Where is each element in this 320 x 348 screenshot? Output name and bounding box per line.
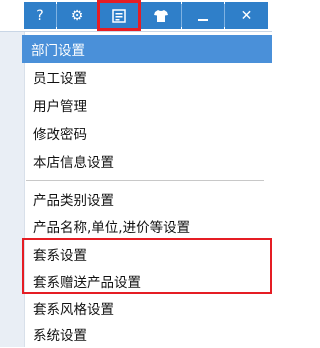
menu-item-label: 产品类别设置 bbox=[33, 193, 114, 209]
menu-item-package-style[interactable]: 套系风格设置 bbox=[24, 294, 272, 322]
skin-icon bbox=[154, 9, 168, 22]
menu-icon-strip bbox=[0, 32, 25, 347]
minimize-icon bbox=[197, 10, 209, 22]
skin-button[interactable] bbox=[141, 2, 181, 29]
menu-item-package-gift-products[interactable]: 套系赠送产品设置 bbox=[24, 267, 272, 295]
settings-menu-button[interactable] bbox=[98, 2, 140, 29]
menu-item-label: 产品名称,单位,进价等设置 bbox=[33, 220, 191, 236]
menu-item-label: 套系风格设置 bbox=[33, 302, 114, 318]
menu-item-users[interactable]: 用户管理 bbox=[24, 91, 272, 119]
menu-item-store-info[interactable]: 本店信息设置 bbox=[24, 147, 272, 175]
menu-item-label: 修改密码 bbox=[33, 127, 87, 143]
menu-item-product-category[interactable]: 产品类别设置 bbox=[24, 185, 272, 213]
menu-item-label: 套系设置 bbox=[33, 248, 87, 264]
menu-separator bbox=[26, 180, 264, 181]
help-button[interactable]: ? bbox=[24, 2, 56, 29]
menu-item-product-name-unit-price[interactable]: 产品名称,单位,进价等设置 bbox=[24, 212, 272, 240]
gear-button[interactable]: ⚙ bbox=[57, 2, 97, 29]
menu-item-department[interactable]: 部门设置 bbox=[22, 35, 272, 63]
menu-item-label: 员工设置 bbox=[33, 71, 87, 87]
menu-item-label: 本店信息设置 bbox=[33, 155, 114, 171]
menu-item-label: 系统设置 bbox=[33, 328, 87, 344]
menu-item-label: 部门设置 bbox=[31, 43, 85, 59]
gear-icon: ⚙ bbox=[70, 7, 84, 24]
menu-item-package[interactable]: 套系设置 bbox=[24, 240, 272, 268]
menu-item-label: 套系赠送产品设置 bbox=[33, 275, 141, 291]
settings-menu: 部门设置 员工设置 用户管理 修改密码 本店信息设置 产品类别设置 产品名称,单… bbox=[0, 31, 272, 347]
settings-dropdown-window: ? ⚙ ✕ 部门设置 员工设置 用户管理 修改密码 本店信息设置 产品类别设置 … bbox=[0, 0, 272, 347]
settings-menu-icon bbox=[112, 8, 126, 23]
menu-item-label: 用户管理 bbox=[33, 99, 87, 115]
menu-item-system[interactable]: 系统设置 bbox=[24, 320, 272, 348]
minimize-button[interactable] bbox=[182, 2, 224, 29]
close-button[interactable]: ✕ bbox=[225, 2, 268, 29]
menu-item-staff[interactable]: 员工设置 bbox=[24, 63, 272, 91]
menu-item-change-password[interactable]: 修改密码 bbox=[24, 119, 272, 147]
close-icon: ✕ bbox=[240, 7, 253, 24]
help-icon: ? bbox=[36, 7, 44, 24]
title-bar-controls: ? ⚙ ✕ bbox=[0, 0, 272, 31]
